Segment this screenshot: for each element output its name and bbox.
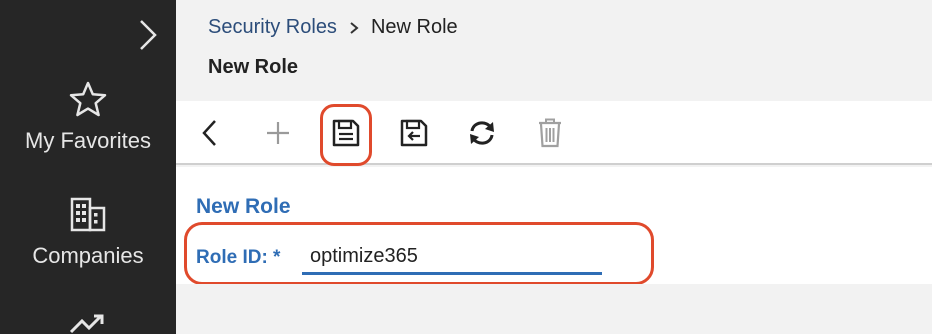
page-header: Security Roles New Role New Role xyxy=(176,0,932,101)
form-panel: New Role Role ID: * xyxy=(176,167,932,285)
sidebar-item-label: Companies xyxy=(32,243,144,268)
breadcrumb-current: New Role xyxy=(370,16,458,38)
sidebar-item-trends[interactable] xyxy=(0,308,176,334)
refresh-icon xyxy=(470,121,494,145)
chevron-right-icon xyxy=(350,21,359,34)
save-close-icon xyxy=(400,119,428,147)
trash-icon xyxy=(539,118,561,148)
add-button[interactable] xyxy=(260,115,296,151)
sidebar-expand-button[interactable] xyxy=(134,18,160,52)
sidebar-item-companies[interactable]: Companies xyxy=(0,195,176,269)
page-background xyxy=(176,284,932,334)
breadcrumb: Security Roles New Role xyxy=(208,16,458,39)
page-title: New Role xyxy=(208,56,299,78)
sidebar: My Favorites Companies xyxy=(0,0,176,334)
role-id-label: Role ID: * xyxy=(196,247,281,268)
save-and-close-button[interactable] xyxy=(396,115,432,151)
save-button[interactable] xyxy=(328,115,364,151)
breadcrumb-link-security-roles[interactable]: Security Roles xyxy=(208,16,337,39)
back-button[interactable] xyxy=(192,115,228,151)
save-icon xyxy=(332,119,360,147)
chevron-left-icon xyxy=(202,120,216,146)
star-icon xyxy=(69,81,107,117)
refresh-button[interactable] xyxy=(464,115,500,151)
toolbar xyxy=(176,101,932,166)
delete-button[interactable] xyxy=(532,115,568,151)
building-icon xyxy=(70,197,106,232)
sidebar-item-label: My Favorites xyxy=(25,128,151,153)
trending-up-icon xyxy=(69,314,104,334)
plus-icon xyxy=(267,122,289,144)
section-title: New Role xyxy=(196,195,291,218)
chevron-right-icon xyxy=(140,20,157,50)
sidebar-item-my-favorites[interactable]: My Favorites xyxy=(0,80,176,154)
role-id-input[interactable] xyxy=(302,241,602,275)
